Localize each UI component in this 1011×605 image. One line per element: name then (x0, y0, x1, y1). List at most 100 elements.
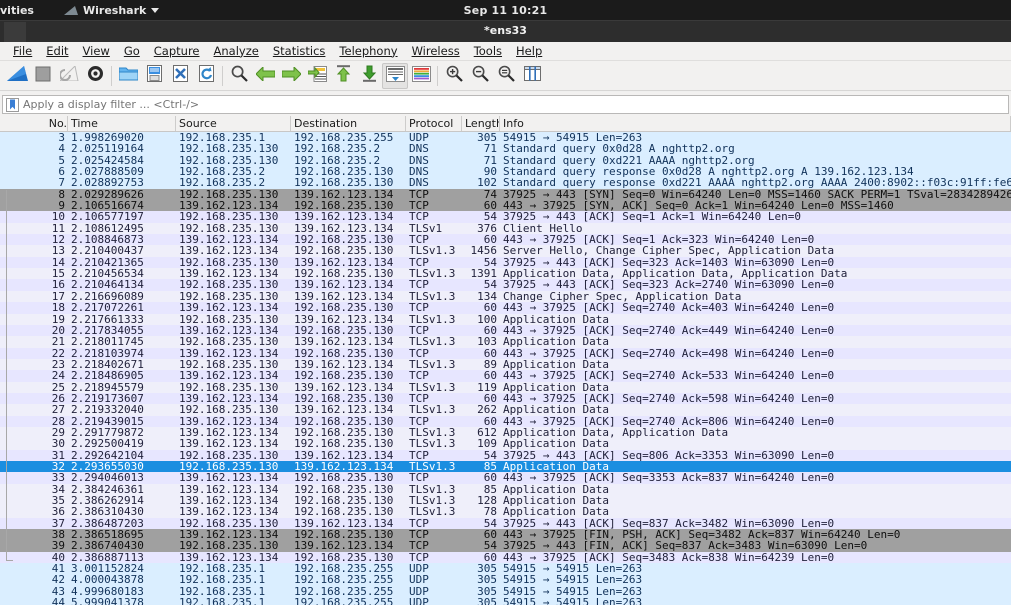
packet-row[interactable]: 43 4.999680183 192.168.235.1 192.168.235.25… (0, 585, 1011, 598)
packet-row[interactable]: 5 2.025424584 192.168.235.130 192.168.235.2… (0, 154, 1011, 167)
column-header-no[interactable]: No. (0, 116, 68, 131)
packet-row[interactable]: 9 2.106516674 139.162.123.134 192.168.235.1… (0, 200, 1011, 212)
menu-wireless-label: Wireless (411, 43, 460, 58)
packet-source: 192.168.235.2 (179, 166, 266, 178)
packet-protocol: TCP (409, 551, 429, 564)
menu-help[interactable]: Help (509, 43, 549, 60)
bookmark-icon[interactable] (6, 97, 19, 112)
menu-wireless[interactable]: Wireless (405, 43, 467, 60)
packet-row[interactable]: 32 2.293655030 192.168.235.130 139.162.123.… (0, 460, 1011, 473)
packet-row[interactable]: 19 2.217661333 192.168.235.130 139.162.123.… (0, 313, 1011, 325)
zoom-out-button[interactable] (467, 63, 493, 89)
packet-row[interactable]: 18 2.217072261 139.162.123.134 192.168.235.… (0, 302, 1011, 314)
column-header-length[interactable]: Length (462, 116, 500, 131)
packet-row[interactable]: 25 2.218945579 192.168.235.130 139.162.123.… (0, 381, 1011, 393)
packet-row[interactable]: 10 2.106577197 192.168.235.130 139.162.123.… (0, 211, 1011, 223)
packet-row[interactable]: 42 4.000043878 192.168.235.1 192.168.235.25… (0, 574, 1011, 586)
colorize-packets-toggle[interactable] (408, 63, 434, 89)
packet-row[interactable]: 26 2.219173607 139.162.123.134 192.168.235.… (0, 392, 1011, 405)
packet-row[interactable]: 6 2.027888509 192.168.235.2 192.168.235.130… (0, 166, 1011, 178)
find-packet-button[interactable] (226, 63, 252, 89)
packet-row[interactable]: 28 2.219439015 139.162.123.134 192.168.235.… (0, 415, 1011, 427)
menu-statistics[interactable]: Statistics (266, 43, 333, 60)
menu-file[interactable]: File (6, 43, 39, 60)
packet-row[interactable]: 40 2.386887113 139.162.123.134 192.168.235.… (0, 551, 1011, 564)
packet-row[interactable]: 35 2.386262914 139.162.123.134 192.168.235.… (0, 495, 1011, 507)
packet-row[interactable]: 11 2.108612495 192.168.235.130 139.162.123.… (0, 222, 1011, 235)
packet-protocol: UDP (409, 574, 429, 586)
packet-row[interactable]: 41 3.001152824 192.168.235.1 192.168.235.25… (0, 563, 1011, 575)
packet-info: 443 → 37925 [ACK] Seq=2740 Ack=498 Win=6… (503, 347, 835, 359)
packet-row[interactable]: 21 2.218011745 192.168.235.130 139.162.123.… (0, 336, 1011, 348)
clock[interactable]: Sep 11 10:21 (0, 4, 1011, 17)
menu-telephony[interactable]: Telephony (332, 43, 404, 60)
packet-row[interactable]: 16 2.210464134 192.168.235.130 139.162.123.… (0, 279, 1011, 291)
packet-row[interactable]: 20 2.217834055 139.162.123.134 192.168.235.… (0, 324, 1011, 337)
packet-row[interactable]: 31 2.292642104 192.168.235.130 139.162.123.… (0, 449, 1011, 461)
packet-time: 2.292500419 (71, 438, 144, 450)
column-header-destination[interactable]: Destination (291, 116, 406, 131)
packet-destination: 139.162.123.134 (294, 449, 394, 461)
menu-view[interactable]: View (76, 43, 117, 60)
reload-file-button[interactable] (193, 63, 219, 89)
save-file-button[interactable] (141, 63, 167, 89)
packet-list-body[interactable]: 3 1.998269020 192.168.235.1 192.168.235.255… (0, 132, 1011, 605)
packet-row[interactable]: 17 2.216696089 192.168.235.130 139.162.123.… (0, 290, 1011, 303)
packet-row[interactable]: 23 2.218402671 192.168.235.130 139.162.123.… (0, 358, 1011, 371)
go-forward-button[interactable] (278, 63, 304, 89)
packet-row[interactable]: 37 2.386487203 192.168.235.130 139.162.123.… (0, 517, 1011, 530)
packet-length: 54 (483, 256, 497, 269)
column-header-protocol[interactable]: Protocol (406, 116, 462, 131)
capture-options-button[interactable] (82, 63, 108, 89)
menu-capture[interactable]: Capture (147, 43, 207, 60)
packet-time: 2.108612495 (71, 222, 144, 235)
packet-row[interactable]: 3 1.998269020 192.168.235.1 192.168.235.255… (0, 132, 1011, 144)
packet-source: 139.162.123.134 (179, 324, 279, 337)
packet-row[interactable]: 24 2.218486905 139.162.123.134 192.168.235.… (0, 370, 1011, 382)
start-capture-button[interactable] (4, 63, 30, 89)
close-file-button[interactable] (167, 63, 193, 89)
packet-row[interactable]: 29 2.291779872 139.162.123.134 192.168.235.… (0, 426, 1011, 439)
packet-row[interactable]: 7 2.028892753 192.168.235.2 192.168.235.130… (0, 177, 1011, 189)
stop-capture-button[interactable] (30, 63, 56, 89)
packet-row[interactable]: 34 2.384246361 139.162.123.134 192.168.235.… (0, 483, 1011, 495)
packet-row[interactable]: 36 2.386310430 139.162.123.134 192.168.235.… (0, 506, 1011, 518)
packet-protocol: TLSv1.3 (409, 460, 456, 473)
packet-protocol: TLSv1.3 (409, 245, 456, 257)
go-back-button[interactable] (252, 63, 278, 89)
menu-go[interactable]: Go (117, 43, 147, 60)
go-to-packet-button[interactable] (304, 63, 330, 89)
packet-row[interactable]: 44 5.999041378 192.168.235.1 192.168.235.25… (0, 597, 1011, 605)
packet-row[interactable]: 39 2.386740430 192.168.235.130 139.162.123.… (0, 540, 1011, 552)
packet-row[interactable]: 12 2.108846873 139.162.123.134 192.168.235.… (0, 234, 1011, 246)
packet-row[interactable]: 15 2.210456534 139.162.123.134 192.168.235.… (0, 268, 1011, 280)
packet-length: 85 (483, 483, 497, 495)
column-header-time[interactable]: Time (68, 116, 176, 131)
packet-row[interactable]: 30 2.292500419 139.162.123.134 192.168.235.… (0, 438, 1011, 450)
packet-row[interactable]: 8 2.029289626 192.168.235.130 139.162.123.1… (0, 188, 1011, 201)
zoom-in-button[interactable] (441, 63, 467, 89)
zoom-reset-button[interactable] (493, 63, 519, 89)
menu-tools[interactable]: Tools (467, 43, 509, 60)
auto-scroll-toggle[interactable] (382, 62, 408, 89)
menu-analyze[interactable]: Analyze (207, 43, 266, 60)
column-header-info[interactable]: Info (500, 116, 1011, 131)
menu-edit[interactable]: Edit (39, 43, 75, 60)
restart-capture-button[interactable] (56, 63, 82, 89)
packet-row[interactable]: 4 2.025119164 192.168.235.130 192.168.235.2… (0, 143, 1011, 155)
column-header-source[interactable]: Source (176, 116, 291, 131)
packet-row[interactable]: 13 2.210400437 139.162.123.134 192.168.235.… (0, 245, 1011, 257)
packet-row[interactable]: 33 2.294046013 139.162.123.134 192.168.235.… (0, 472, 1011, 484)
go-to-last-button[interactable] (356, 63, 382, 89)
open-file-button[interactable] (115, 63, 141, 89)
display-filter-input[interactable] (23, 95, 1008, 113)
packet-row[interactable]: 27 2.219332040 192.168.235.130 139.162.123.… (0, 404, 1011, 416)
go-to-first-button[interactable] (330, 63, 356, 89)
packet-row[interactable]: 22 2.218103974 139.162.123.134 192.168.235.… (0, 347, 1011, 359)
packet-list[interactable]: No. Time Source Destination Protocol Len… (0, 116, 1011, 605)
packet-source: 139.162.123.134 (179, 234, 279, 246)
display-filter-container[interactable] (2, 94, 1009, 114)
packet-row[interactable]: 38 2.386518695 139.162.123.134 192.168.235.… (0, 529, 1011, 541)
packet-row[interactable]: 14 2.210421365 192.168.235.130 139.162.123.… (0, 256, 1011, 269)
resize-columns-button[interactable] (519, 63, 545, 89)
